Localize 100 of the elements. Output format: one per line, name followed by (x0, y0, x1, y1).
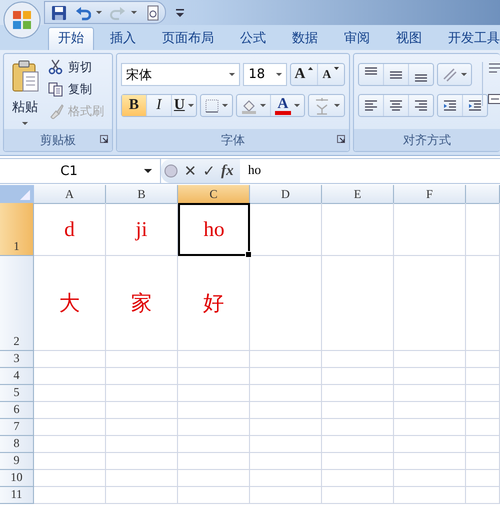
cell[interactable] (322, 419, 394, 436)
cell[interactable] (178, 436, 250, 453)
undo-icon[interactable] (75, 4, 91, 20)
font-size-field[interactable]: 18 (243, 63, 287, 86)
cell[interactable] (250, 402, 322, 419)
ribbon-tab[interactable]: 审阅 (334, 27, 380, 50)
ribbon-tab[interactable]: 开始 (48, 27, 94, 50)
dialog-launcher-icon[interactable] (100, 135, 108, 143)
row-header[interactable]: 1 (0, 203, 34, 256)
cell[interactable] (250, 487, 322, 504)
column-header[interactable]: B (106, 185, 178, 204)
column-header[interactable]: E (322, 185, 394, 204)
cell[interactable] (106, 402, 178, 419)
cell[interactable] (394, 436, 466, 453)
cell[interactable] (250, 453, 322, 470)
cell[interactable] (466, 453, 500, 470)
bold-button[interactable]: B (122, 95, 147, 116)
column-header[interactable]: C (178, 185, 250, 204)
cell[interactable] (250, 470, 322, 487)
grow-font-button[interactable]: A (290, 64, 318, 85)
cell[interactable] (178, 351, 250, 368)
select-all-corner[interactable] (0, 185, 34, 203)
cell[interactable] (466, 436, 500, 453)
cell[interactable] (394, 256, 466, 351)
enter-button[interactable]: ✓ (202, 162, 216, 180)
cell[interactable] (250, 203, 322, 256)
cell[interactable] (322, 368, 394, 385)
cell[interactable] (322, 487, 394, 504)
cell[interactable] (106, 385, 178, 402)
cell[interactable] (34, 436, 106, 453)
shrink-font-button[interactable]: A (318, 64, 344, 85)
cell[interactable] (322, 351, 394, 368)
cell[interactable] (106, 470, 178, 487)
cell[interactable] (34, 385, 106, 402)
cell[interactable] (322, 436, 394, 453)
cell[interactable] (466, 470, 500, 487)
cell[interactable] (178, 402, 250, 419)
cell[interactable] (322, 385, 394, 402)
cell[interactable] (34, 470, 106, 487)
cell[interactable] (106, 487, 178, 504)
cell[interactable] (34, 453, 106, 470)
clipboard-command[interactable]: 剪切 (48, 58, 104, 76)
font-name-field[interactable]: 宋体 (120, 63, 240, 86)
cell[interactable] (34, 419, 106, 436)
column-header[interactable]: A (34, 185, 106, 204)
row-header[interactable]: 11 (0, 487, 34, 504)
cell[interactable]: 家 (106, 256, 178, 351)
cell[interactable] (250, 368, 322, 385)
underline-button[interactable]: U (172, 95, 196, 116)
row-header[interactable]: 9 (0, 453, 34, 470)
cell[interactable] (322, 402, 394, 419)
cell[interactable] (106, 436, 178, 453)
ribbon-tab[interactable]: 开发工具 (438, 27, 500, 50)
cell[interactable] (178, 453, 250, 470)
print-preview-icon[interactable] (145, 4, 161, 20)
cell[interactable] (394, 351, 466, 368)
cell[interactable]: ji (106, 203, 178, 256)
cell[interactable] (394, 470, 466, 487)
round-handle-icon[interactable] (164, 164, 178, 178)
cell[interactable] (178, 419, 250, 436)
cell[interactable]: ho (178, 203, 250, 256)
ribbon-tab[interactable]: 数据 (282, 27, 328, 50)
cell[interactable] (178, 385, 250, 402)
row-header[interactable]: 4 (0, 368, 34, 385)
cell[interactable] (322, 256, 394, 351)
cancel-button[interactable]: ✕ (184, 162, 197, 180)
row-header[interactable]: 3 (0, 351, 34, 368)
cell[interactable] (466, 203, 500, 256)
cell[interactable] (34, 402, 106, 419)
row-header[interactable]: 10 (0, 470, 34, 487)
paste-button[interactable]: 粘贴 (8, 58, 42, 129)
customize-toolbar-icon[interactable] (176, 8, 184, 16)
cell[interactable] (178, 487, 250, 504)
ribbon-tab[interactable]: 公式 (230, 27, 276, 50)
cell[interactable] (250, 256, 322, 351)
cell[interactable] (106, 351, 178, 368)
cell[interactable] (466, 385, 500, 402)
column-header[interactable]: F (394, 185, 466, 204)
cell[interactable] (394, 487, 466, 504)
cell[interactable] (250, 419, 322, 436)
row-header[interactable]: 8 (0, 436, 34, 453)
cell[interactable] (106, 368, 178, 385)
cell[interactable] (394, 368, 466, 385)
save-icon[interactable] (51, 4, 67, 20)
cell[interactable] (394, 419, 466, 436)
cell[interactable] (394, 385, 466, 402)
font-color-button[interactable]: A (270, 95, 304, 116)
cell[interactable]: 好 (178, 256, 250, 351)
cell[interactable] (466, 351, 500, 368)
clipboard-command[interactable]: 复制 (48, 80, 104, 98)
cell[interactable] (322, 453, 394, 470)
cell[interactable] (34, 368, 106, 385)
cell[interactable] (250, 351, 322, 368)
cell[interactable] (466, 256, 500, 351)
cell[interactable] (34, 351, 106, 368)
dialog-launcher-icon[interactable] (336, 135, 345, 143)
column-header[interactable]: D (250, 185, 322, 204)
cell[interactable] (394, 203, 466, 256)
row-header[interactable]: 6 (0, 402, 34, 419)
cell[interactable] (466, 419, 500, 436)
